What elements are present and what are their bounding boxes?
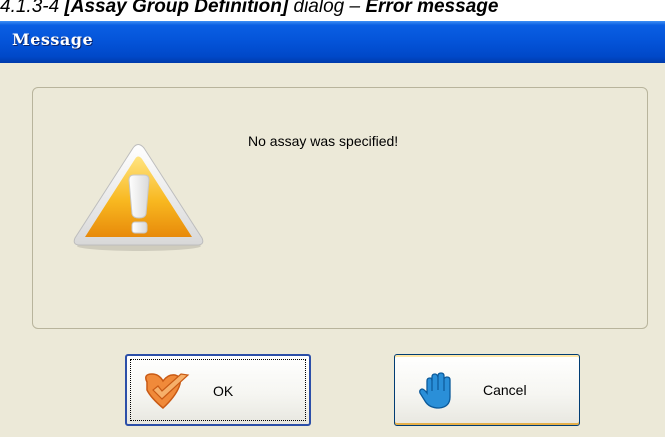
message-dialog: Message No assay was specified! OK Cance… (0, 21, 665, 437)
ok-button[interactable]: OK (125, 354, 311, 426)
caption-middle: dialog – (288, 0, 366, 17)
title-bar[interactable]: Message (0, 21, 665, 63)
warning-icon (73, 144, 204, 251)
ok-label: OK (213, 383, 234, 399)
caption-tail: Error message (365, 0, 499, 17)
caption-prefix: 4.1.3-4 (0, 0, 65, 17)
message-panel: No assay was specified! (32, 87, 648, 329)
document-caption: 4.1.3-4 [Assay Group Definition] dialog … (0, 0, 665, 18)
error-message: No assay was specified! (248, 133, 399, 149)
window-title: Message (12, 30, 94, 49)
caption-dialog-name: [Assay Group Definition] (64, 0, 289, 17)
stop-hand-icon (419, 372, 451, 409)
cancel-button[interactable]: Cancel (394, 354, 580, 426)
cancel-label: Cancel (483, 382, 527, 398)
checkmark-heart-icon (145, 373, 190, 409)
